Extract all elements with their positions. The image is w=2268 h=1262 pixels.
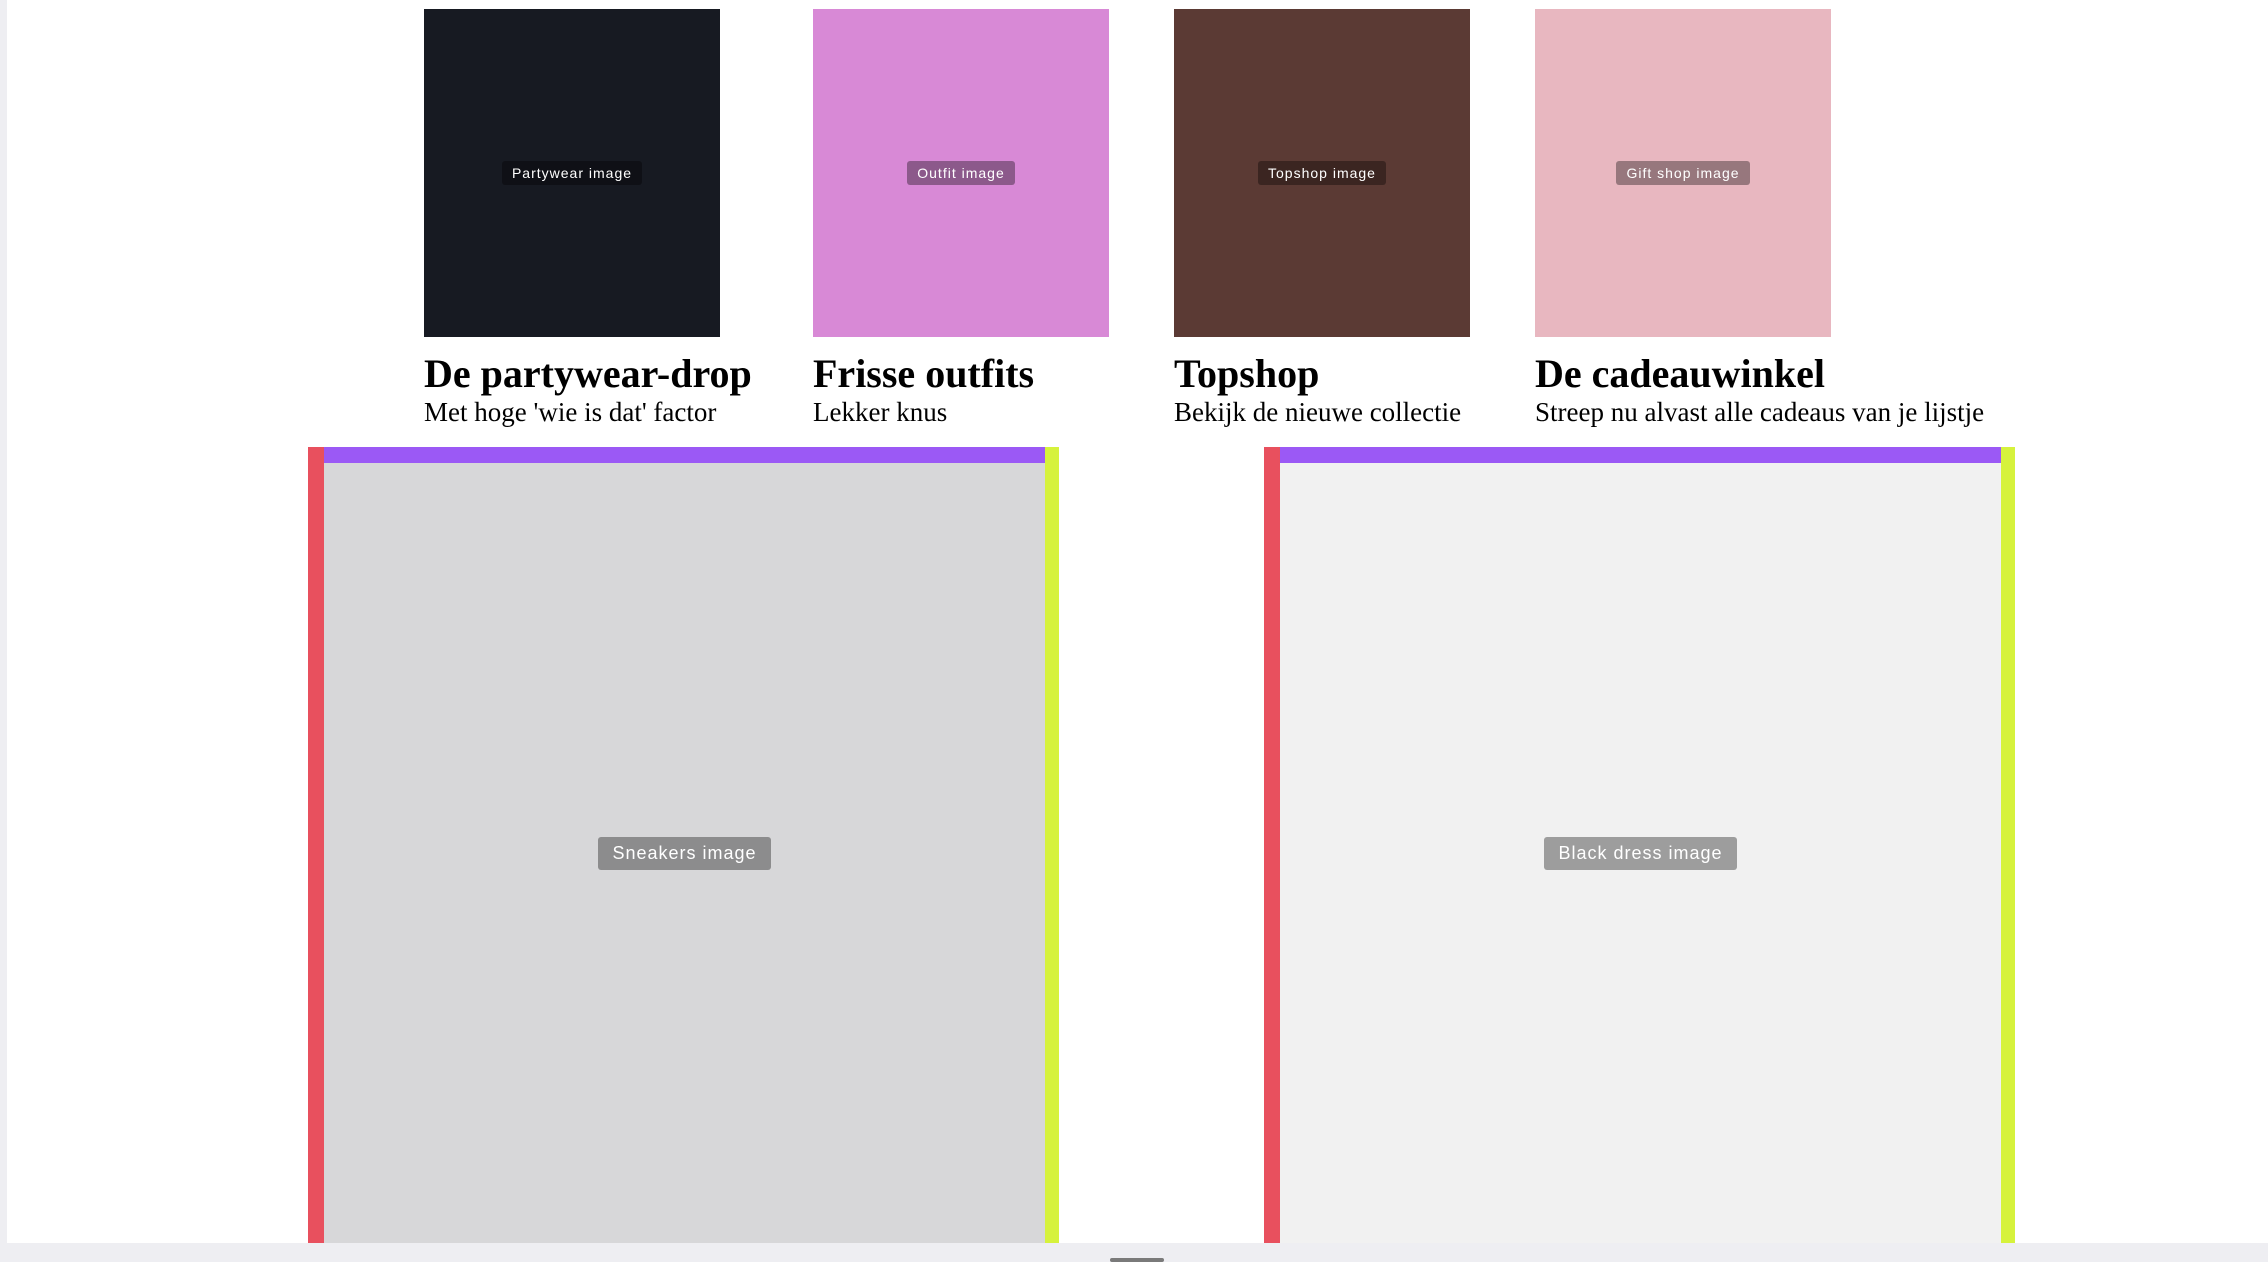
frame-left <box>1264 447 1280 1243</box>
frame-right <box>1045 447 1059 1243</box>
image-placeholder-label: Sneakers image <box>598 836 771 870</box>
card-subtitle: Lekker knus <box>813 397 948 427</box>
category-card-partywear[interactable]: Partywear image De partywear-drop Met ho… <box>424 9 752 428</box>
card-image[interactable]: Gift shop image <box>1535 9 1831 337</box>
frame-top <box>1280 447 2001 463</box>
card-subtitle: Streep nu alvast alle cadeaus van je lij… <box>1535 397 1985 427</box>
promo-banner-dress[interactable]: Black dress image <box>1264 447 2015 1243</box>
card-title[interactable]: Topshop <box>1174 352 1470 396</box>
card-title[interactable]: De partywear-drop <box>424 352 752 396</box>
card-subtitle: Bekijk de nieuwe collectie <box>1174 397 1462 427</box>
card-image[interactable]: Partywear image <box>424 9 720 337</box>
image-placeholder-label: Topshop image <box>1258 161 1386 185</box>
card-title[interactable]: Frisse outfits <box>813 352 1109 396</box>
scrollbar-thumb[interactable] <box>1110 1258 1164 1262</box>
card-image[interactable]: Topshop image <box>1174 9 1470 337</box>
image-placeholder-label: Partywear image <box>501 161 643 185</box>
category-card-cadeauwinkel[interactable]: Gift shop image De cadeauwinkel Streep n… <box>1535 9 1985 428</box>
image-placeholder-label: Black dress image <box>1544 836 1737 870</box>
image-placeholder-label: Outfit image <box>907 161 1015 185</box>
image-placeholder-label: Gift shop image <box>1616 161 1750 185</box>
banner-image[interactable]: Black dress image <box>1280 463 2001 1243</box>
frame-left <box>308 447 324 1243</box>
category-card-topshop[interactable]: Topshop image Topshop Bekijk de nieuwe c… <box>1174 9 1470 428</box>
card-image[interactable]: Outfit image <box>813 9 1109 337</box>
promo-banner-sneakers[interactable]: Sneakers image <box>308 447 1059 1243</box>
card-title[interactable]: De cadeauwinkel <box>1535 352 1831 396</box>
banner-image[interactable]: Sneakers image <box>324 463 1045 1243</box>
frame-top <box>324 447 1045 463</box>
card-subtitle: Met hoge 'wie is dat' factor <box>424 397 717 427</box>
page-edge <box>0 0 7 1262</box>
category-card-outfits[interactable]: Outfit image Frisse outfits Lekker knus <box>813 9 1109 428</box>
frame-right <box>2001 447 2015 1243</box>
